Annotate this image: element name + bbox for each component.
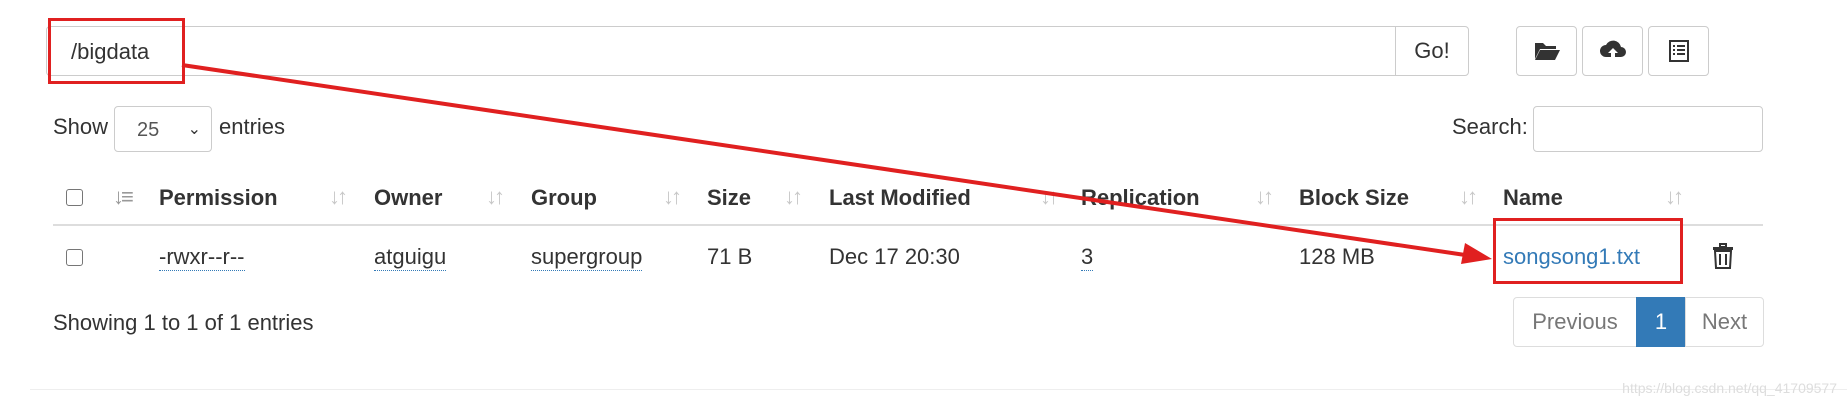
watermark: https://blog.csdn.net/qq_41709577 xyxy=(1622,380,1837,396)
annotation-arrow xyxy=(181,63,1492,264)
